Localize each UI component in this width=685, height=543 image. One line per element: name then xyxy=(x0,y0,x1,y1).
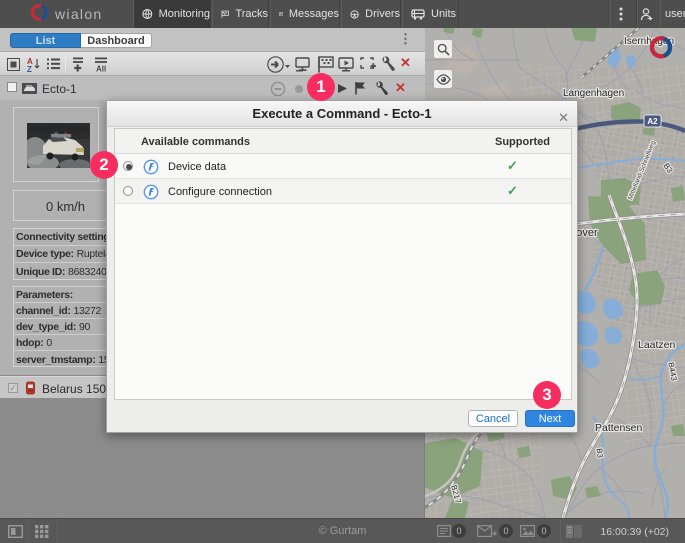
svg-text:Pattensen: Pattensen xyxy=(595,422,642,434)
svg-text:Laatzen: Laatzen xyxy=(638,339,676,351)
svg-text:All: All xyxy=(96,65,106,73)
svg-text:A2: A2 xyxy=(647,117,658,126)
svg-text:B3: B3 xyxy=(595,448,605,459)
svg-text:Z: Z xyxy=(27,65,32,72)
svg-text:Langenhagen: Langenhagen xyxy=(563,88,624,99)
